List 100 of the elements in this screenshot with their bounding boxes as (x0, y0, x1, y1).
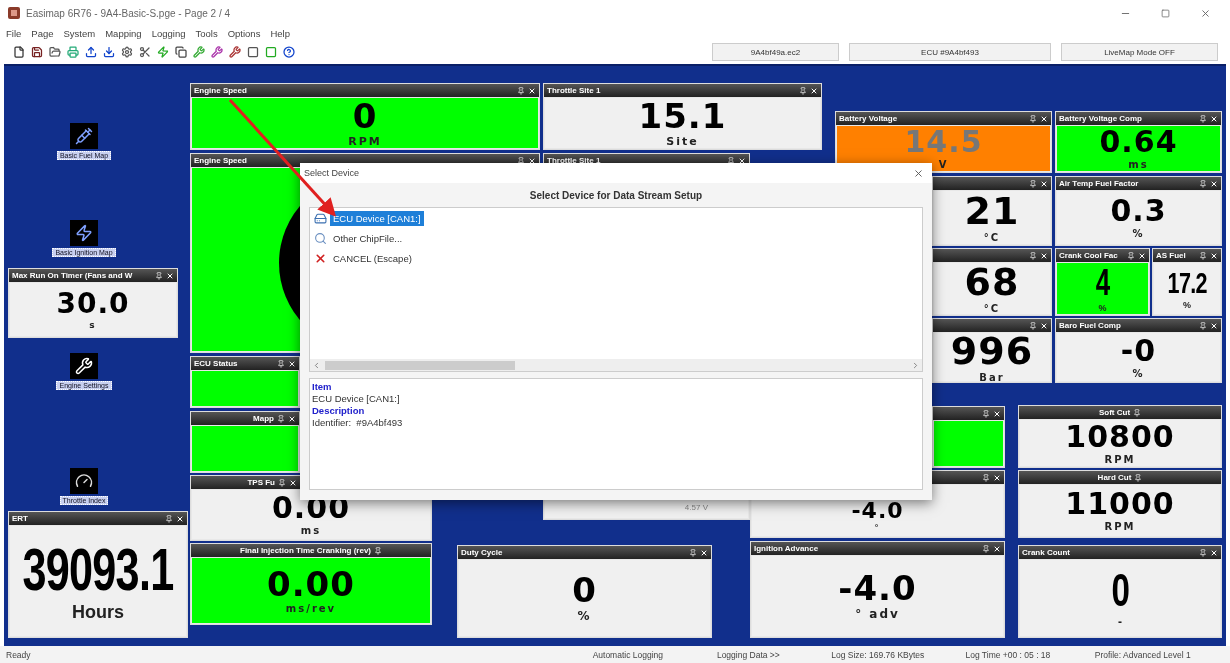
gauge-unit: ms (300, 525, 322, 536)
wrench-icon[interactable] (228, 45, 242, 59)
wrench-icon[interactable] (192, 45, 206, 59)
close-icon[interactable] (1210, 114, 1218, 123)
status-text: Logging Data >> (716, 649, 781, 660)
close-icon[interactable] (993, 473, 1001, 482)
pin-icon[interactable] (517, 156, 525, 165)
menu-item[interactable]: File (6, 27, 22, 39)
pin-icon[interactable] (982, 409, 990, 418)
close-icon[interactable] (288, 414, 296, 423)
pin-icon[interactable] (374, 546, 382, 555)
save-icon[interactable] (30, 45, 44, 59)
help-icon[interactable] (282, 45, 296, 59)
pin-icon[interactable] (982, 544, 990, 553)
menu-item[interactable]: Tools (195, 27, 218, 39)
close-icon[interactable] (1210, 179, 1218, 188)
pin-icon[interactable] (1029, 321, 1037, 330)
pin-icon[interactable] (1199, 179, 1207, 188)
close-icon[interactable] (289, 478, 297, 487)
menu-item[interactable]: System (63, 27, 96, 39)
status-text: Log Size: 169.76 KBytes (831, 649, 926, 660)
wrench-icon[interactable] (210, 45, 224, 59)
gauge-unit: RPM (1104, 453, 1136, 465)
close-icon[interactable] (1210, 321, 1218, 330)
gauge-unit: % (1132, 367, 1145, 379)
close-icon[interactable] (288, 359, 296, 368)
close-icon[interactable] (1040, 321, 1048, 330)
close-icon[interactable] (1210, 251, 1218, 260)
square-icon[interactable] (246, 45, 260, 59)
download-icon[interactable] (102, 45, 116, 59)
close-icon[interactable] (176, 514, 184, 523)
gauge-value: 68 (964, 263, 1020, 301)
pin-icon[interactable] (982, 473, 990, 482)
gauge-title: Crank Count (1022, 548, 1070, 557)
menu-item[interactable]: Page (31, 27, 54, 39)
upload-icon[interactable] (84, 45, 98, 59)
pin-icon[interactable] (689, 548, 697, 557)
pin-icon[interactable] (1134, 473, 1143, 482)
gauge-title: Hard Cut (1097, 473, 1132, 482)
pin-icon[interactable] (1199, 321, 1207, 330)
pin-icon[interactable] (799, 86, 807, 95)
cross-icon (314, 252, 327, 265)
pin-icon[interactable] (277, 414, 285, 423)
pin-icon[interactable] (1199, 251, 1207, 260)
shortcut-tile[interactable] (70, 353, 98, 379)
menu-item[interactable]: Mapping (105, 27, 142, 39)
device-list-item[interactable]: ECU Device [CAN1:] (330, 211, 424, 226)
close-icon[interactable] (738, 156, 746, 165)
close-icon[interactable] (993, 409, 1001, 418)
close-icon[interactable] (993, 544, 1001, 553)
lightning-icon[interactable] (156, 45, 170, 59)
device-list-item[interactable]: Other ChipFile... (330, 231, 406, 246)
close-icon[interactable] (810, 86, 818, 95)
chevron-left-icon[interactable] (312, 360, 321, 370)
shortcut-tile[interactable] (70, 220, 98, 246)
info-text: Identifier: #9A4bf493 (312, 417, 404, 429)
gauge-unit: % (1132, 228, 1145, 239)
gauge-unit: °C (983, 232, 1001, 243)
pin-icon[interactable] (1127, 251, 1135, 260)
gauge-unit: ° adv (855, 607, 900, 621)
pin-icon[interactable] (1029, 114, 1037, 123)
pin-icon[interactable] (277, 359, 285, 368)
device-list-item[interactable]: CANCEL (Escape) (330, 251, 415, 266)
gauge-title: Battery Voltage (839, 114, 898, 123)
pin-icon[interactable] (278, 478, 286, 487)
close-icon[interactable] (1040, 114, 1048, 123)
pin-icon[interactable] (1029, 251, 1037, 260)
close-icon[interactable] (1138, 251, 1146, 260)
pin-icon[interactable] (1133, 408, 1142, 417)
file-icon[interactable] (12, 45, 26, 59)
folder-icon[interactable] (48, 45, 62, 59)
menu-item[interactable]: Options (227, 27, 261, 39)
gauge-value: 0 (1111, 567, 1129, 613)
chevron-right-icon[interactable] (911, 360, 920, 370)
horizontal-scrollbar[interactable] (310, 359, 922, 371)
pin-icon[interactable] (155, 271, 163, 280)
close-icon[interactable] (1040, 179, 1048, 188)
pin-icon[interactable] (1199, 114, 1207, 123)
close-icon[interactable] (1210, 548, 1218, 557)
close-icon[interactable] (528, 156, 536, 165)
pin-icon[interactable] (1199, 548, 1207, 557)
pin-icon[interactable] (727, 156, 735, 165)
pin-icon[interactable] (165, 514, 173, 523)
gauge-value: 10800 (1065, 421, 1175, 452)
shortcut-tile[interactable] (70, 123, 98, 149)
shortcut-tile[interactable] (70, 468, 98, 494)
close-icon[interactable] (700, 548, 708, 557)
pin-icon[interactable] (517, 86, 525, 95)
close-icon[interactable] (1040, 251, 1048, 260)
scissors-icon[interactable] (138, 45, 152, 59)
copy-icon[interactable] (174, 45, 188, 59)
gauge-value: -0 (1120, 335, 1157, 366)
drive-icon (314, 212, 327, 225)
close-icon[interactable] (528, 86, 536, 95)
menu-item[interactable]: Help (270, 27, 290, 39)
settings-icon[interactable] (120, 45, 134, 59)
lightning-icon (75, 224, 93, 242)
pin-icon[interactable] (1029, 179, 1037, 188)
menu-item[interactable]: Logging (151, 27, 186, 39)
close-icon[interactable] (166, 271, 174, 280)
